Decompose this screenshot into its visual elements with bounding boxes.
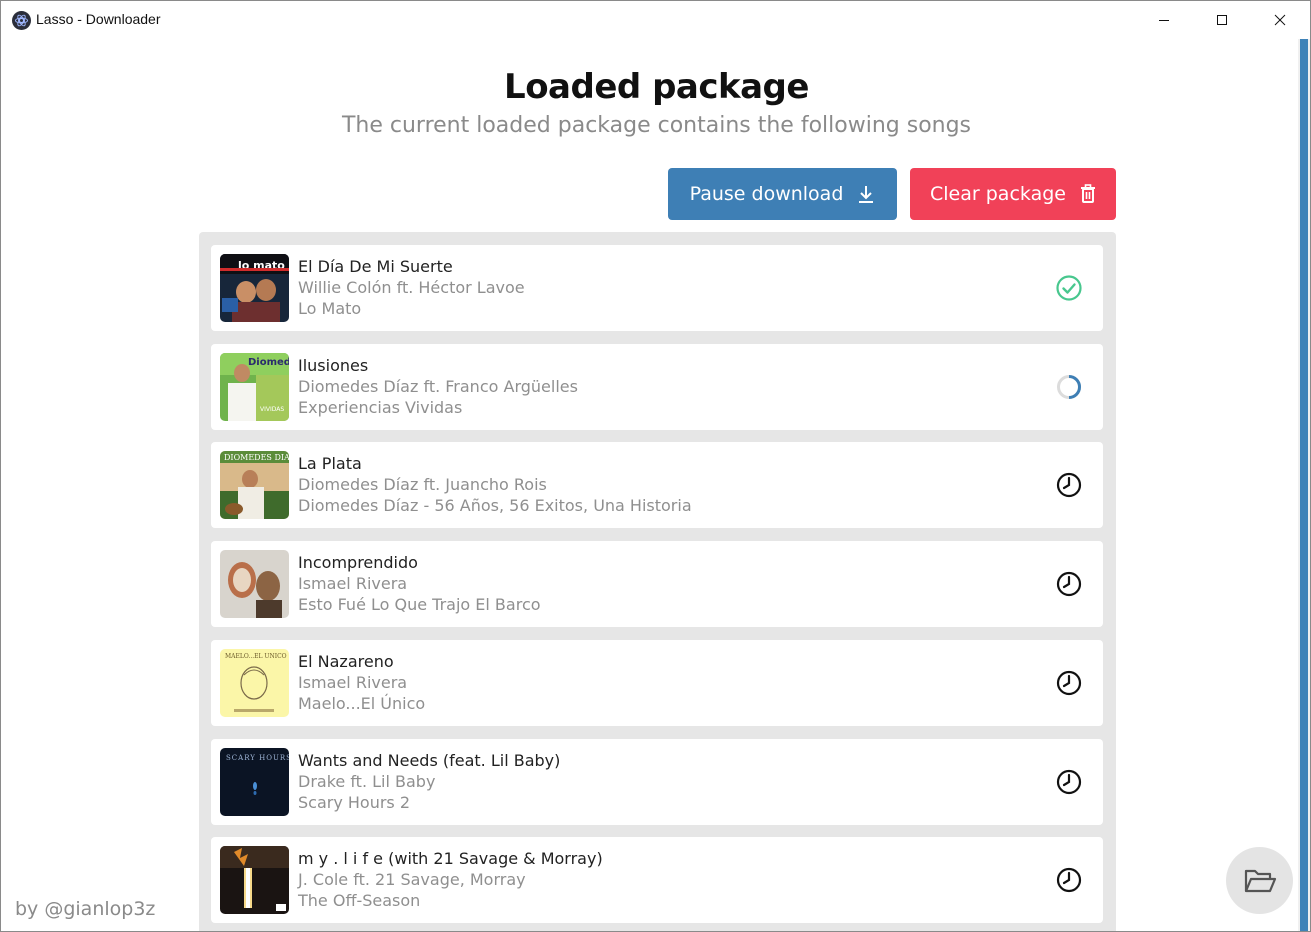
clock-icon bbox=[1056, 670, 1082, 696]
clock-icon bbox=[1056, 571, 1082, 597]
song-title: Incomprendido bbox=[298, 553, 418, 572]
song-album: Esto Fué Lo Que Trajo El Barco bbox=[298, 595, 541, 614]
svg-text:DIOMEDES DIAZ: DIOMEDES DIAZ bbox=[224, 453, 289, 462]
song-artist: J. Cole ft. 21 Savage, Morray bbox=[298, 870, 526, 889]
song-artist: Willie Colón ft. Héctor Lavoe bbox=[298, 278, 525, 297]
song-album: Maelo...El Único bbox=[298, 694, 426, 713]
pause-download-label: Pause download bbox=[689, 183, 844, 205]
title-bar[interactable]: Lasso - Downloader bbox=[1, 1, 1310, 39]
page-title: Loaded package bbox=[504, 67, 809, 107]
song-card: MAELO...EL UNICO El Nazareno Ismael Rive… bbox=[211, 640, 1103, 726]
song-title: m y . l i f e (with 21 Savage & Morray) bbox=[298, 849, 603, 868]
song-title: Ilusiones bbox=[298, 356, 369, 375]
close-icon bbox=[1274, 14, 1286, 26]
song-album: Diomedes Díaz - 56 Años, 56 Exitos, Una … bbox=[298, 496, 692, 515]
close-button[interactable] bbox=[1251, 1, 1309, 39]
open-folder-button[interactable] bbox=[1226, 847, 1293, 914]
song-title: El Nazareno bbox=[298, 652, 394, 671]
song-artist: Ismael Rivera bbox=[298, 574, 408, 593]
svg-text:SCARY HOURS: SCARY HOURS bbox=[226, 754, 289, 762]
album-cover: MAELO...EL UNICO bbox=[220, 649, 289, 717]
song-artist: Drake ft. Lil Baby bbox=[298, 772, 436, 791]
clock-icon bbox=[1056, 769, 1082, 795]
scrollbar[interactable] bbox=[1298, 39, 1310, 931]
song-album: Lo Mato bbox=[298, 299, 362, 318]
song-album: Experiencias Vividas bbox=[298, 398, 463, 417]
download-arrow-icon bbox=[859, 186, 874, 203]
minimize-button[interactable] bbox=[1135, 1, 1193, 39]
song-card: SCARY HOURS Wants and Needs (feat. Lil B… bbox=[211, 739, 1103, 825]
check-circle-icon bbox=[1056, 275, 1082, 301]
album-cover: SCARY HOURS bbox=[220, 748, 289, 816]
song-artist: Diomedes Díaz ft. Juancho Rois bbox=[298, 475, 547, 494]
pause-download-button[interactable]: Pause download bbox=[668, 168, 897, 220]
app-logo-icon bbox=[12, 11, 31, 30]
song-album: The Off-Season bbox=[298, 891, 421, 910]
clock-icon bbox=[1056, 867, 1082, 893]
clock-icon bbox=[1056, 472, 1082, 498]
author-credit: by @gianlop3z bbox=[15, 898, 156, 920]
song-card: m y . l i f e (with 21 Savage & Morray) … bbox=[211, 837, 1103, 923]
clear-package-label: Clear package bbox=[930, 183, 1066, 205]
maximize-button[interactable] bbox=[1193, 1, 1251, 39]
song-card: Incomprendido Ismael Rivera Esto Fué Lo … bbox=[211, 541, 1103, 627]
song-title: La Plata bbox=[298, 454, 362, 473]
album-cover: DIOMEDES DIAZ bbox=[220, 451, 289, 519]
svg-text:VIVIDAS: VIVIDAS bbox=[260, 406, 284, 413]
maximize-icon bbox=[1217, 15, 1227, 25]
song-title: El Día De Mi Suerte bbox=[298, 257, 453, 276]
page-subtitle: The current loaded package contains the … bbox=[341, 113, 972, 138]
song-artist: Diomedes Díaz ft. Franco Argüelles bbox=[298, 377, 578, 396]
song-artist: Ismael Rivera bbox=[298, 673, 408, 692]
album-cover bbox=[220, 846, 289, 914]
window-title: Lasso - Downloader bbox=[36, 11, 161, 27]
svg-text:MAELO...EL UNICO: MAELO...EL UNICO bbox=[225, 653, 287, 660]
folder-open-icon bbox=[1244, 869, 1276, 892]
song-list: lo mato El Día De Mi Suerte Willie Colón… bbox=[199, 232, 1116, 931]
svg-text:Diomedes: Diomedes bbox=[248, 357, 289, 368]
song-album: Scary Hours 2 bbox=[298, 793, 411, 812]
trash-icon bbox=[1080, 184, 1095, 203]
song-card: Diomedes VIVIDAS Ilusiones Diomedes Díaz… bbox=[211, 344, 1103, 430]
clear-package-button[interactable]: Clear package bbox=[910, 168, 1116, 220]
song-card: DIOMEDES DIAZ La Plata Diomedes Díaz ft.… bbox=[211, 442, 1103, 528]
scrollbar-thumb[interactable] bbox=[1300, 39, 1308, 931]
song-card: lo mato El Día De Mi Suerte Willie Colón… bbox=[211, 245, 1103, 331]
album-cover bbox=[220, 550, 289, 618]
app-window: Lasso - Downloader Loaded package The cu… bbox=[0, 0, 1311, 932]
album-cover: lo mato bbox=[220, 254, 289, 322]
spinner-icon bbox=[1057, 375, 1081, 399]
song-title: Wants and Needs (feat. Lil Baby) bbox=[298, 751, 561, 770]
album-cover: Diomedes VIVIDAS bbox=[220, 353, 289, 421]
minimize-icon bbox=[1159, 20, 1169, 21]
